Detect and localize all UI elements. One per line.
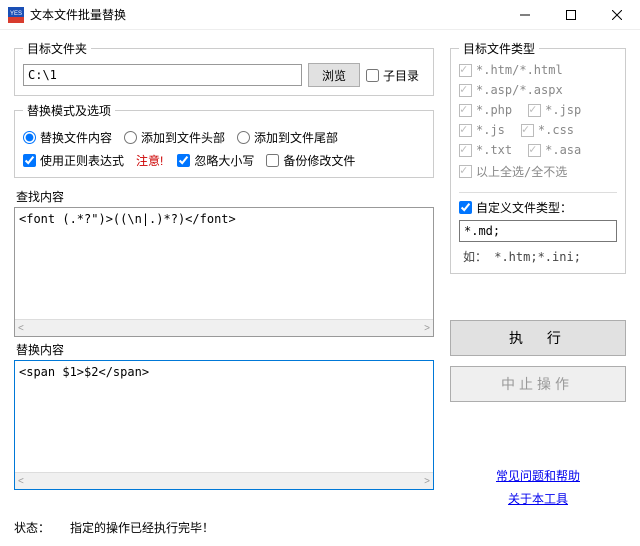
type-asa-checkbox[interactable] [528,144,541,157]
mode-append-radio[interactable] [237,131,250,144]
mode-legend: 替换模式及选项 [23,102,115,119]
type-js-checkbox[interactable] [459,124,472,137]
minimize-button[interactable] [502,0,548,29]
titlebar: YES 文本文件批量替换 [0,0,640,30]
divider [459,192,617,193]
file-types-legend: 目标文件类型 [459,40,539,57]
backup-checkbox[interactable] [266,154,279,167]
maximize-button[interactable] [548,0,594,29]
replace-hscrollbar[interactable]: < > [15,472,433,489]
file-types-group: 目标文件类型 *.htm/*.html *.asp/*.aspx *.php *… [450,40,626,274]
regex-checkbox[interactable] [23,154,36,167]
replace-textarea[interactable]: <span $1>$2</span> [15,361,433,472]
svg-text:YES: YES [10,11,22,17]
type-jsp-checkbox[interactable] [528,104,541,117]
find-label: 查找内容 [16,188,434,205]
type-php-checkbox[interactable] [459,104,472,117]
type-txt-checkbox[interactable] [459,144,472,157]
scroll-left-icon[interactable]: < [18,323,24,334]
close-button[interactable] [594,0,640,29]
find-textarea[interactable]: <font (.*?")>((\n|.)*?)</font> [15,208,433,319]
type-asp-checkbox[interactable] [459,84,472,97]
subdir-checkbox[interactable] [366,69,379,82]
app-logo-icon: YES [8,7,24,23]
scroll-right-icon[interactable]: > [424,323,430,334]
scroll-left-icon[interactable]: < [18,476,24,487]
help-link[interactable]: 常见问题和帮助 [450,467,626,484]
browse-button[interactable]: 浏览 [308,63,360,87]
window-title: 文本文件批量替换 [30,6,502,23]
custom-type-input[interactable] [459,220,617,242]
ignorecase-checkbox[interactable] [177,154,190,167]
status-label: 状态： [14,519,50,536]
status-bar: 状态： 指定的操作已经执行完毕！ [0,515,640,546]
select-all-checkbox[interactable] [459,165,472,178]
custom-type-checkbox[interactable] [459,201,472,214]
type-css-checkbox[interactable] [521,124,534,137]
scroll-right-icon[interactable]: > [424,476,430,487]
execute-button[interactable]: 执 行 [450,320,626,356]
mode-replace-radio[interactable] [23,131,36,144]
about-link[interactable]: 关于本工具 [450,490,626,507]
custom-type-hint: 如： *.htm;*.ini; [463,248,617,265]
abort-button[interactable]: 中止操作 [450,366,626,402]
mode-prepend-radio[interactable] [124,131,137,144]
target-folder-legend: 目标文件夹 [23,40,91,57]
target-folder-group: 目标文件夹 浏览 子目录 [14,40,434,96]
type-html-checkbox[interactable] [459,64,472,77]
status-text: 指定的操作已经执行完毕！ [70,519,214,536]
replace-label: 替换内容 [16,341,434,358]
find-hscrollbar[interactable]: < > [15,319,433,336]
mode-group: 替换模式及选项 替换文件内容 添加到文件头部 添加到文件尾部 使用正则表达式 注… [14,102,434,178]
folder-path-input[interactable] [23,64,302,86]
regex-warning-link[interactable]: 注意! [136,152,163,169]
custom-type-label: 自定义文件类型： [476,199,572,216]
subdir-label: 子目录 [383,67,419,84]
